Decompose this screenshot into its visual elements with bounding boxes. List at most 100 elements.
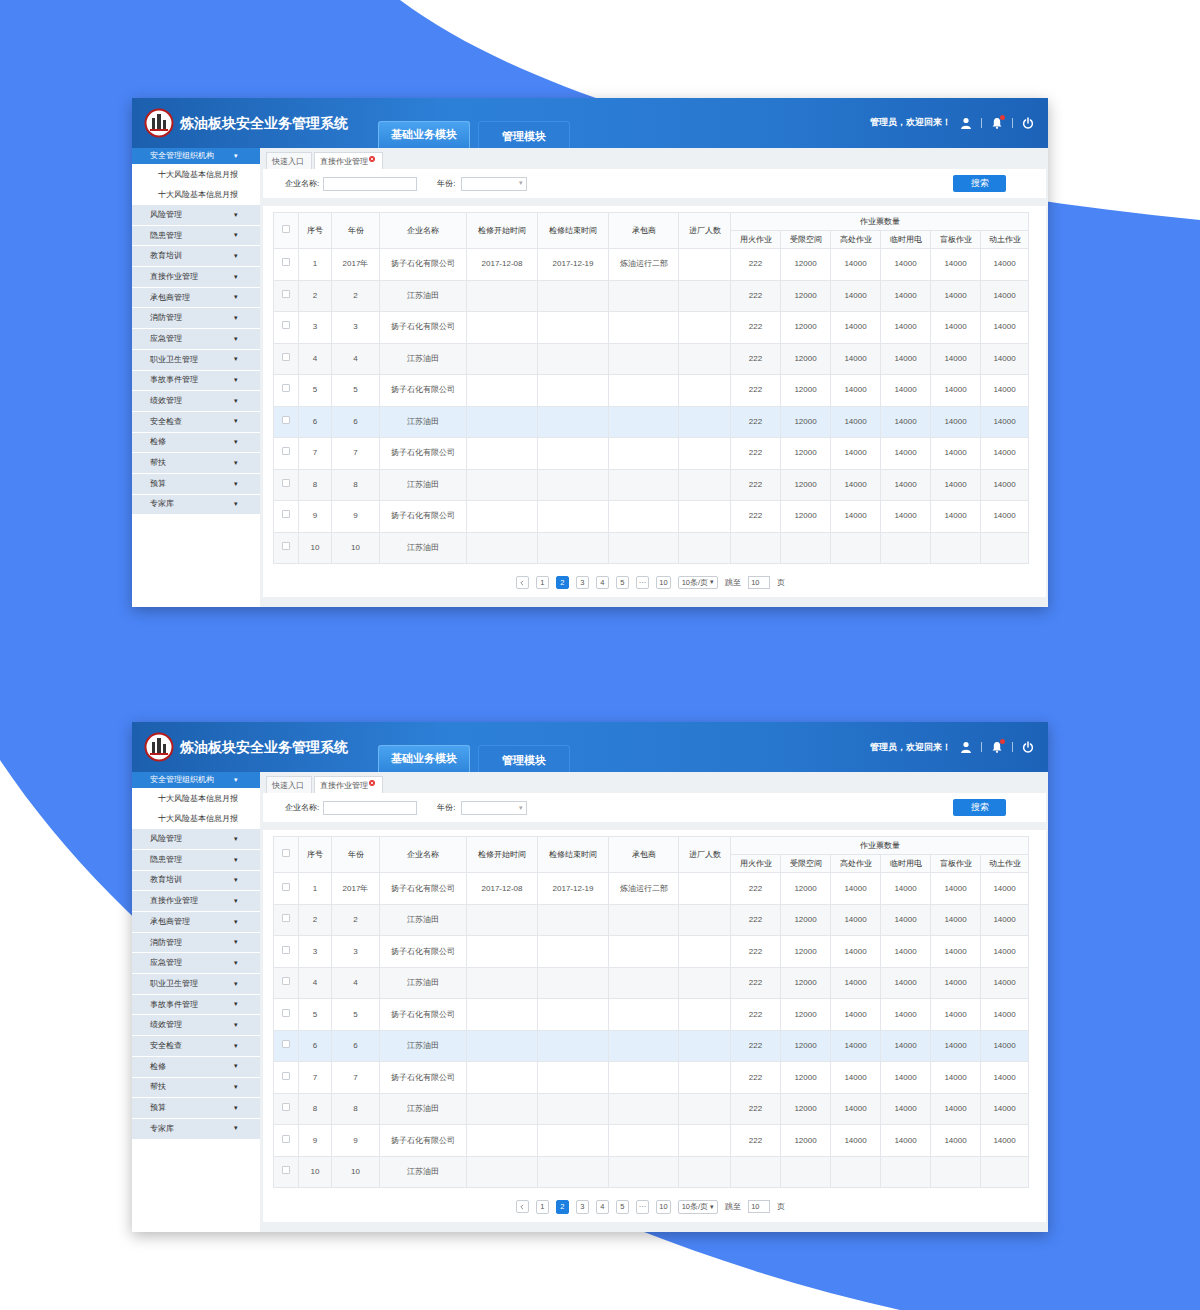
sidebar-subitem[interactable]: 十大风险基本信息月报: [132, 809, 260, 829]
checkbox[interactable]: [282, 542, 290, 550]
search-button[interactable]: 搜索: [953, 799, 1006, 816]
sidebar-item[interactable]: 检修▾: [132, 1057, 260, 1078]
module-tab[interactable]: 管理模块: [478, 121, 570, 148]
sidebar-item[interactable]: 帮扶▾: [132, 1078, 260, 1099]
checkbox[interactable]: [282, 1072, 290, 1080]
checkbox[interactable]: [282, 977, 290, 985]
table-row[interactable]: 22江苏油田2221200014000140001400014000: [274, 904, 1029, 936]
table-row[interactable]: 77扬子石化有限公司2221200014000140001400014000: [274, 438, 1029, 470]
power-icon[interactable]: [1022, 117, 1034, 129]
checkbox[interactable]: [282, 447, 290, 455]
prev-page-icon[interactable]: [516, 1200, 529, 1213]
sidebar-subitem[interactable]: 十大风险基本信息月报: [132, 185, 260, 205]
sidebar-item[interactable]: 专家库▾: [132, 1119, 260, 1140]
sidebar-item[interactable]: 检修▾: [132, 433, 260, 454]
checkbox[interactable]: [282, 946, 290, 954]
table-row[interactable]: 12017年扬子石化有限公司2017-12-082017-12-19炼油运行二部…: [274, 873, 1029, 905]
table-row[interactable]: 99扬子石化有限公司2221200014000140001400014000: [274, 501, 1029, 533]
sidebar-item[interactable]: 教育培训▾: [132, 871, 260, 892]
sidebar-item[interactable]: 消防管理▾: [132, 933, 260, 954]
checkbox[interactable]: [282, 479, 290, 487]
page-button[interactable]: 1: [536, 1200, 549, 1213]
checkbox[interactable]: [282, 290, 290, 298]
search-button[interactable]: 搜索: [953, 175, 1006, 192]
page-size-select[interactable]: 10条/页▾: [678, 1200, 718, 1213]
sidebar-item[interactable]: 绩效管理▾: [132, 391, 260, 412]
checkbox[interactable]: [282, 1135, 290, 1143]
table-row[interactable]: 44江苏油田2221200014000140001400014000: [274, 343, 1029, 375]
table-row[interactable]: 33扬子石化有限公司2221200014000140001400014000: [274, 312, 1029, 344]
module-tab[interactable]: 基础业务模块: [378, 745, 470, 772]
sidebar-item[interactable]: 直接作业管理▾: [132, 891, 260, 912]
sidebar-item[interactable]: 隐患管理▾: [132, 850, 260, 871]
table-row[interactable]: 12017年扬子石化有限公司2017-12-082017-12-19炼油运行二部…: [274, 249, 1029, 281]
power-icon[interactable]: [1022, 741, 1034, 753]
page-button[interactable]: 4: [596, 1200, 609, 1213]
page-tab[interactable]: 直接作业管理: [314, 152, 383, 169]
sidebar-item[interactable]: 预算▾: [132, 1098, 260, 1119]
table-row[interactable]: 66江苏油田2221200014000140001400014000: [274, 1030, 1029, 1062]
bell-icon[interactable]: [991, 741, 1003, 753]
sidebar-item[interactable]: 事故事件管理▾: [132, 371, 260, 392]
sidebar-item[interactable]: 绩效管理▾: [132, 1015, 260, 1036]
table-row[interactable]: 99扬子石化有限公司2221200014000140001400014000: [274, 1125, 1029, 1157]
page-button[interactable]: 4: [596, 576, 609, 589]
close-icon[interactable]: [369, 780, 375, 786]
table-row[interactable]: 1010江苏油田: [274, 1156, 1029, 1188]
sidebar-item[interactable]: 隐患管理▾: [132, 226, 260, 247]
page-button[interactable]: 5: [616, 1200, 629, 1213]
checkbox[interactable]: [282, 416, 290, 424]
sidebar-item[interactable]: 应急管理▾: [132, 953, 260, 974]
page-button[interactable]: 1: [536, 576, 549, 589]
page-button[interactable]: 10: [656, 576, 670, 589]
year-select[interactable]: ▾: [461, 177, 527, 191]
page-size-select[interactable]: 10条/页▾: [678, 576, 718, 589]
table-row[interactable]: 88江苏油田2221200014000140001400014000: [274, 1093, 1029, 1125]
table-row[interactable]: 22江苏油田2221200014000140001400014000: [274, 280, 1029, 312]
sidebar-item[interactable]: 安全检查▾: [132, 1036, 260, 1057]
user-icon[interactable]: [960, 741, 972, 753]
sidebar-item[interactable]: 承包商管理▾: [132, 912, 260, 933]
checkbox[interactable]: [282, 258, 290, 266]
page-button[interactable]: 3: [576, 576, 589, 589]
checkbox[interactable]: [282, 225, 290, 233]
page-button[interactable]: 10: [656, 1200, 670, 1213]
sidebar-item[interactable]: 应急管理▾: [132, 329, 260, 350]
checkbox[interactable]: [282, 1166, 290, 1174]
sidebar-subitem[interactable]: 十大风险基本信息月报: [132, 789, 260, 809]
table-row[interactable]: 88江苏油田2221200014000140001400014000: [274, 469, 1029, 501]
page-button[interactable]: 2: [556, 576, 569, 589]
prev-page-icon[interactable]: [516, 576, 529, 589]
checkbox[interactable]: [282, 914, 290, 922]
page-tab[interactable]: 快速入口: [266, 152, 312, 169]
close-icon[interactable]: [369, 156, 375, 162]
bell-icon[interactable]: [991, 117, 1003, 129]
sidebar-item[interactable]: 职业卫生管理▾: [132, 974, 260, 995]
table-row[interactable]: 1010江苏油田: [274, 532, 1029, 564]
user-icon[interactable]: [960, 117, 972, 129]
page-button[interactable]: 2: [556, 1200, 569, 1213]
sidebar-subitem[interactable]: 十大风险基本信息月报: [132, 165, 260, 185]
module-tab[interactable]: 管理模块: [478, 745, 570, 772]
sidebar-item[interactable]: 消防管理▾: [132, 308, 260, 329]
checkbox[interactable]: [282, 353, 290, 361]
sidebar-item[interactable]: 安全检查▾: [132, 412, 260, 433]
page-button[interactable]: ···: [636, 1200, 650, 1213]
sidebar-item[interactable]: 教育培训▾: [132, 246, 260, 267]
sidebar-item[interactable]: 安全管理组织机构▾: [132, 772, 260, 789]
page-button[interactable]: ···: [636, 576, 650, 589]
sidebar-item[interactable]: 安全管理组织机构▾: [132, 148, 260, 165]
page-tab[interactable]: 直接作业管理: [314, 776, 383, 793]
company-input[interactable]: [323, 177, 417, 191]
jump-input[interactable]: [748, 576, 770, 589]
table-row[interactable]: 55扬子石化有限公司2221200014000140001400014000: [274, 999, 1029, 1031]
table-row[interactable]: 77扬子石化有限公司2221200014000140001400014000: [274, 1062, 1029, 1094]
page-tab[interactable]: 快速入口: [266, 776, 312, 793]
checkbox[interactable]: [282, 1040, 290, 1048]
sidebar-item[interactable]: 承包商管理▾: [132, 288, 260, 309]
checkbox[interactable]: [282, 321, 290, 329]
sidebar-item[interactable]: 专家库▾: [132, 495, 260, 516]
sidebar-item[interactable]: 直接作业管理▾: [132, 267, 260, 288]
company-input[interactable]: [323, 801, 417, 815]
module-tab[interactable]: 基础业务模块: [378, 121, 470, 148]
